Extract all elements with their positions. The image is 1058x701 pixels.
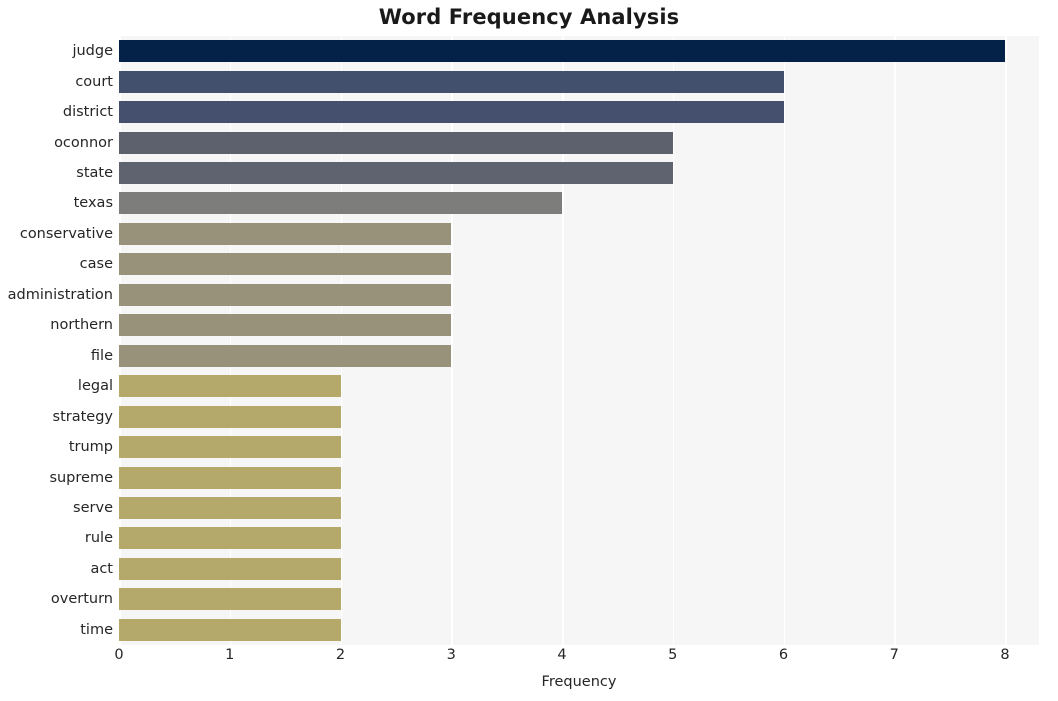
bar-row (119, 253, 1039, 276)
bar-row (119, 375, 1039, 398)
bar-row (119, 70, 1039, 93)
bar-row (119, 192, 1039, 215)
y-tick-strategy: strategy (52, 408, 113, 425)
y-tick-state: state (76, 165, 113, 182)
bar-court[interactable] (119, 70, 784, 93)
x-axis-title: Frequency (541, 674, 617, 690)
y-tick-district: district (62, 104, 113, 121)
y-tick-texas: texas (73, 195, 113, 212)
bar-row (119, 162, 1039, 185)
bar-serve[interactable] (119, 496, 341, 519)
bar-row (119, 131, 1039, 154)
y-tick-time: time (80, 621, 113, 638)
bar-file[interactable] (119, 344, 452, 367)
bar-series (119, 36, 1039, 645)
bar-texas[interactable] (119, 192, 562, 215)
word-frequency-chart: Word Frequency Analysis judge court distri… (0, 0, 1058, 701)
y-tick-serve: serve (73, 499, 113, 516)
bar-row (119, 557, 1039, 580)
y-tick-administration: administration (7, 286, 113, 303)
y-tick-northern: northern (50, 317, 113, 334)
x-tick-5: 5 (668, 647, 678, 663)
y-tick-court: court (75, 73, 113, 90)
bar-row (119, 405, 1039, 428)
chart-title: Word Frequency Analysis (378, 5, 680, 29)
x-tick-4: 4 (557, 647, 567, 663)
bar-rule[interactable] (119, 527, 341, 550)
y-tick-supreme: supreme (49, 469, 113, 486)
bar-state[interactable] (119, 162, 673, 185)
bar-oconnor[interactable] (119, 131, 673, 154)
bar-trump[interactable] (119, 436, 341, 459)
bar-row (119, 283, 1039, 306)
x-axis-tick-labels: 0 1 2 3 4 5 6 7 8 (0, 648, 1058, 672)
bar-northern[interactable] (119, 314, 452, 337)
bar-strategy[interactable] (119, 405, 341, 428)
y-tick-case: case (79, 256, 113, 273)
x-tick-8: 8 (1000, 647, 1010, 663)
bar-row (119, 588, 1039, 611)
y-axis-tick-labels: judge court district oconnor state texas conse… (0, 36, 113, 645)
bar-administration[interactable] (119, 283, 452, 306)
bar-overturn[interactable] (119, 588, 341, 611)
bar-row (119, 101, 1039, 124)
y-tick-oconnor: oconnor (54, 134, 113, 151)
x-tick-2: 2 (335, 647, 346, 663)
x-tick-1: 1 (225, 647, 235, 663)
bar-row (119, 496, 1039, 519)
bar-row (119, 618, 1039, 641)
bar-district[interactable] (119, 101, 784, 124)
bar-row (119, 314, 1039, 337)
y-tick-conservative: conservative (19, 225, 113, 242)
bar-supreme[interactable] (119, 466, 341, 489)
bar-row (119, 466, 1039, 489)
y-tick-rule: rule (84, 530, 113, 547)
y-tick-trump: trump (68, 439, 113, 456)
x-tick-7: 7 (889, 647, 899, 663)
bar-row (119, 436, 1039, 459)
bar-row (119, 527, 1039, 550)
plot-area (119, 36, 1039, 645)
bar-row (119, 40, 1039, 63)
bar-row (119, 222, 1039, 245)
bar-judge[interactable] (119, 40, 1005, 63)
bar-time[interactable] (119, 618, 341, 641)
x-tick-6: 6 (778, 647, 789, 663)
y-tick-overturn: overturn (50, 591, 113, 608)
y-tick-legal: legal (77, 378, 113, 395)
y-tick-judge: judge (72, 43, 113, 60)
y-tick-act: act (90, 560, 113, 577)
bar-case[interactable] (119, 253, 452, 276)
bar-row (119, 344, 1039, 367)
y-tick-file: file (90, 347, 113, 364)
x-tick-0: 0 (114, 647, 124, 663)
x-tick-3: 3 (446, 647, 456, 663)
bar-act[interactable] (119, 557, 341, 580)
bar-conservative[interactable] (119, 222, 452, 245)
bar-legal[interactable] (119, 375, 341, 398)
